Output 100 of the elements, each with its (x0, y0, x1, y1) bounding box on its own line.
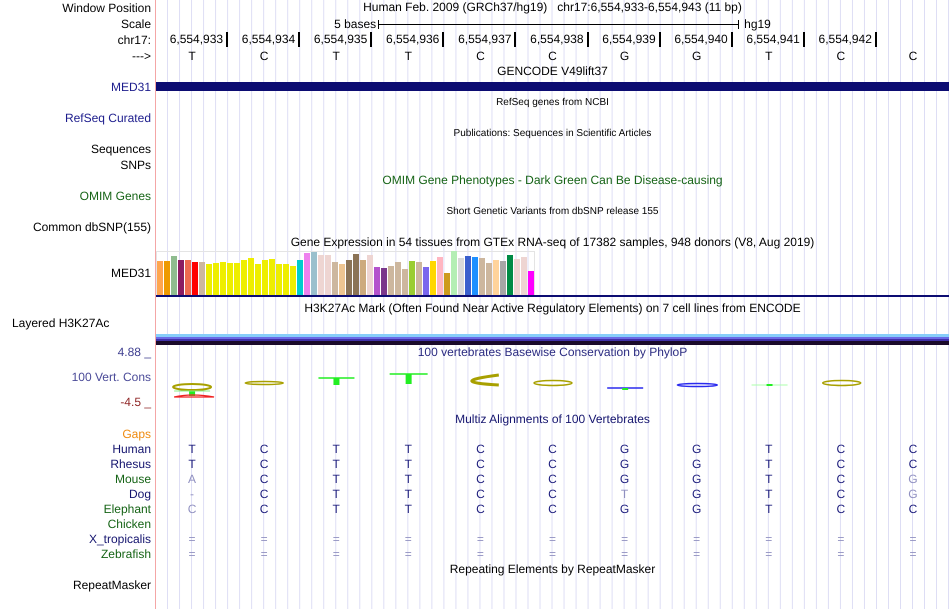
base-letter: C (836, 442, 846, 456)
species-label: Rhesus (110, 457, 151, 472)
track-title: Gene Expression in 54 tissues from GTEx RNA-seq of 17382 samples, 948 donors (V8, Aug 2019) (290, 235, 814, 249)
base-letter: C (188, 502, 196, 516)
base-letter: T (332, 502, 340, 516)
base-letter: C (476, 502, 485, 516)
base-letter: G (620, 442, 630, 456)
coordinate-label: 6,554,935 (314, 32, 372, 47)
base-letter: C (836, 472, 846, 486)
base-letter: C (260, 472, 268, 486)
base-letter: C (260, 502, 268, 516)
strand-label: ---> (132, 49, 151, 64)
track-title: RefSeq genes from NCBI (496, 97, 609, 108)
base-letter: = (188, 532, 196, 546)
row-label: Window Position (62, 0, 151, 16)
base-letter: G (620, 457, 630, 471)
track-label: SNPs (120, 158, 151, 172)
species-label: Mouse (114, 472, 151, 487)
base-letter: = (548, 532, 556, 546)
base-letter: C (548, 442, 557, 456)
coordinate-label: 6,554,933 (170, 32, 228, 47)
base-letter: T (765, 487, 772, 501)
base-letter: T (404, 457, 412, 471)
base-letter: T (764, 49, 774, 64)
track-label: 100 Vert. Cons (72, 370, 151, 385)
base-letter: C (258, 49, 270, 64)
base-letter: = (909, 532, 916, 546)
track-label: RefSeq Curated (64, 110, 151, 126)
base-letter: G (692, 472, 702, 486)
base-letter: T (332, 472, 340, 486)
track-label: MED31 (110, 266, 151, 281)
track-title: Repeating Elements by RepeatMasker (450, 562, 656, 576)
base-letter: = (404, 532, 412, 546)
base-letter: T (765, 472, 772, 486)
axis-min-label: -4.5 _ (120, 395, 151, 410)
coordinate-label: 6,554,936 (386, 32, 444, 47)
base-letter: C (548, 457, 557, 471)
position-text: chr17:6,554,933-6,554,943 (11 bp) (557, 0, 742, 14)
base-letter: C (260, 442, 268, 456)
base-letter: T (620, 487, 628, 501)
track-title: 100 vertebrates Basewise Conservation by PhyloP (418, 345, 688, 359)
base-letter: = (332, 532, 340, 546)
base-letter: = (693, 532, 700, 546)
coordinate-label: 6,554,939 (602, 32, 661, 47)
base-letter: C (836, 502, 846, 516)
base-letter: G (620, 502, 630, 516)
base-letter: T (765, 502, 772, 516)
base-letter: G (691, 49, 702, 64)
species-label: X_tropicalis (88, 532, 151, 547)
base-letter: C (476, 472, 485, 486)
base-letter: T (765, 457, 772, 471)
base-letter: = (765, 532, 772, 546)
base-letter: G (908, 487, 918, 501)
base-letter: T (404, 502, 412, 516)
base-letter: G (692, 442, 702, 456)
species-label: Gaps (122, 427, 151, 442)
base-letter: C (908, 442, 918, 456)
base-letter: = (621, 532, 628, 546)
base-letter: C (548, 487, 557, 501)
species-label: Dog (128, 487, 151, 502)
base-letter: G (692, 502, 702, 516)
base-letter: T (404, 49, 413, 64)
base-letter: C (836, 457, 846, 471)
species-label: Chicken (108, 517, 151, 532)
base-letter: C (476, 457, 485, 471)
base-letter: C (260, 487, 268, 501)
base-letter: C (260, 457, 268, 471)
assembly-label: hg19 (744, 16, 771, 32)
base-letter: = (476, 532, 484, 546)
base-letter: T (187, 49, 197, 64)
base-letter: C (548, 502, 557, 516)
base-letter: C (836, 487, 846, 501)
base-letter: T (332, 49, 341, 64)
base-letter: T (188, 442, 196, 456)
coordinate-label: 6,554,940 (674, 32, 733, 47)
base-letter: = (909, 547, 916, 561)
base-letter: G (908, 472, 918, 486)
base-letter: G (692, 457, 702, 471)
base-letter: = (260, 547, 268, 561)
base-letter: C (908, 457, 918, 471)
base-letter: - (190, 487, 194, 501)
base-letter: C (908, 49, 918, 64)
base-letter: T (332, 487, 340, 501)
species-label: Human (112, 442, 151, 457)
base-letter: T (404, 472, 412, 486)
base-letter: C (908, 502, 918, 516)
base-letter: = (332, 547, 340, 561)
coordinate-label: 6,554,942 (818, 32, 877, 47)
track-title: Short Genetic Variants from dbSNP release 155 (446, 206, 658, 217)
base-letter: = (693, 547, 700, 561)
base-letter: G (620, 472, 630, 486)
species-label: Zebrafish (100, 547, 151, 562)
base-letter: = (404, 547, 412, 561)
base-letter: T (332, 457, 340, 471)
base-letter: T (332, 442, 340, 456)
track-label: Common dbSNP(155) (32, 220, 151, 234)
track-title: GENCODE V49lift37 (497, 64, 608, 78)
track-title: Multiz Alignments of 100 Vertebrates (455, 412, 650, 426)
base-letter: = (765, 547, 772, 561)
coordinate-label: 6,554,941 (746, 32, 805, 47)
